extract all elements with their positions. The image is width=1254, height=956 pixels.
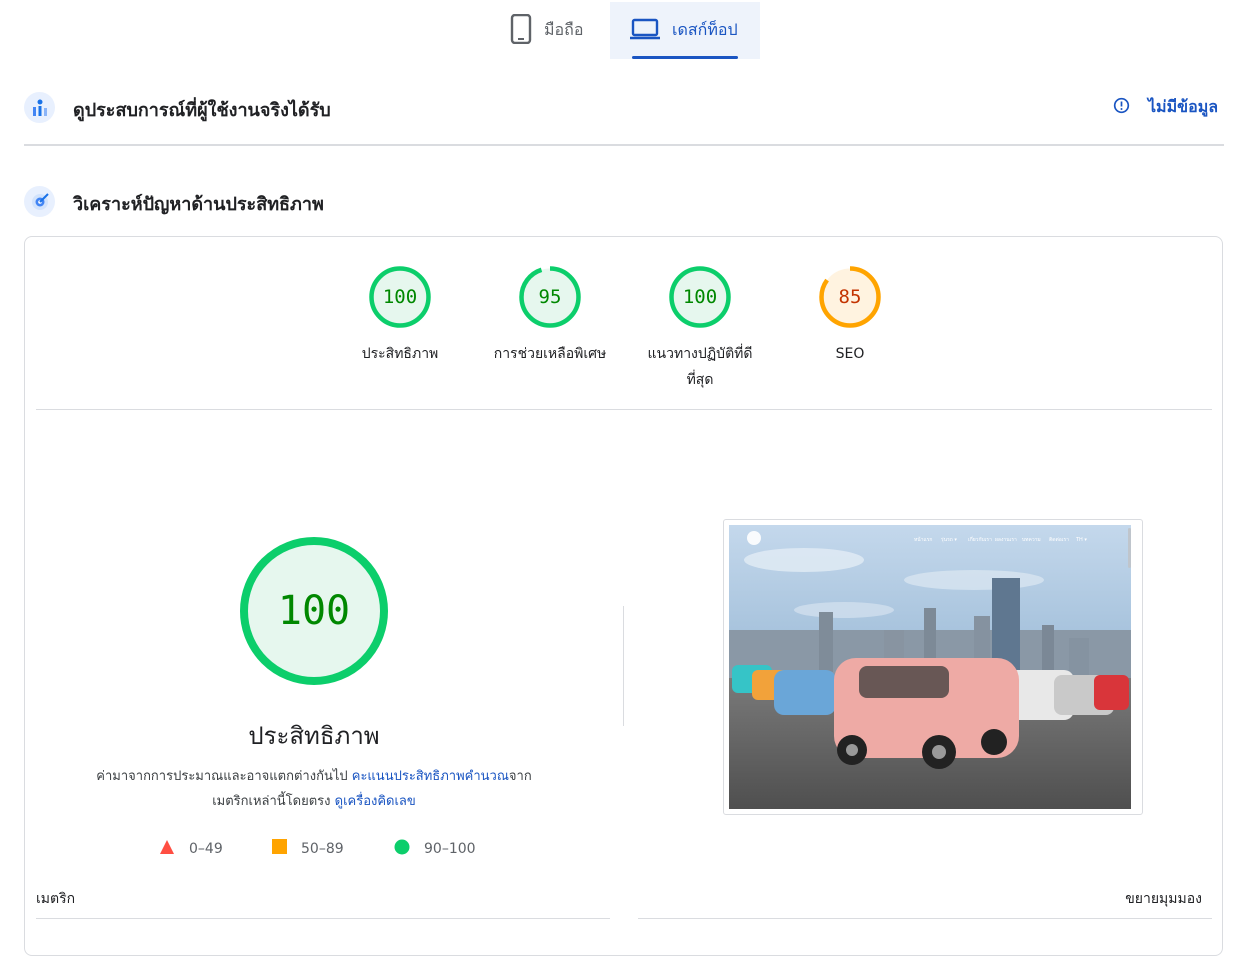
triangle-icon <box>159 839 175 859</box>
tab-desktop-label: เดสก์ท็อป <box>672 20 738 39</box>
circle-icon <box>394 839 410 859</box>
screenshot-image: หน้าแรก รุ่นรถ ▾ เกี่ยวกับเรา ผลงานเรา บทควา… <box>729 525 1131 809</box>
gauge-0[interactable]: 100 <box>369 266 431 328</box>
screenshot-nav-item: ผลงานเรา <box>995 537 1017 543</box>
gauge-value: 85 <box>838 286 862 308</box>
section-divider <box>24 144 1224 146</box>
tab-desktop[interactable]: เดสก์ท็อป <box>610 2 760 59</box>
metrics-label: เมตริก <box>36 891 76 907</box>
gauges-divider <box>36 409 1212 410</box>
diagnose-icon <box>24 186 55 217</box>
gauge-2[interactable]: 100 <box>669 266 731 328</box>
no-data-label: ไม่มีข้อมูล <box>1148 97 1219 116</box>
site-logo-icon <box>747 531 761 545</box>
legend-average-range: 50–89 <box>301 840 344 857</box>
vertical-divider <box>623 606 624 726</box>
legend-average: 50–89 <box>272 839 344 858</box>
gauge-value: 100 <box>682 286 718 308</box>
tab-mobile[interactable]: มือถือ <box>490 2 610 59</box>
main-gauge-title: ประสิทธิภาพ <box>248 722 380 750</box>
gauge-value: 95 <box>538 286 562 308</box>
metrics-divider-left <box>36 918 610 919</box>
legend-fail: 0–49 <box>159 839 223 859</box>
field-data-title: ดูประสบการณ์ที่ผู้ใช้งานจริงได้รับ <box>73 100 331 121</box>
note-text-2: จาก <box>508 769 532 784</box>
screenshot-nav-item: รุ่นรถ ▾ <box>941 537 957 543</box>
gauge-label: การช่วยเหลือพิเศษ <box>493 346 607 362</box>
info-icon <box>1113 97 1130 118</box>
note-text-1: ค่ามาจากการประมาณและอาจแตกต่างกันไป <box>96 769 352 784</box>
screenshot-nav-item: บทความ <box>1022 537 1041 543</box>
field-data-icon <box>24 92 55 123</box>
metrics-divider-right <box>638 918 1212 919</box>
diagnose-title: วิเคราะห์ปัญหาด้านประสิทธิภาพ <box>73 194 324 215</box>
tab-mobile-label: มือถือ <box>544 20 584 39</box>
screenshot-nav-item: หน้าแรก <box>914 536 932 543</box>
gauge-value: 100 <box>382 286 418 308</box>
screenshot-nav-item: ติดต่อเรา <box>1049 536 1069 543</box>
main-gauge: 100 <box>238 535 390 687</box>
no-data-status[interactable]: ไม่มีข้อมูล <box>1113 95 1218 120</box>
page-screenshot[interactable]: หน้าแรก รุ่นรถ ▾ เกี่ยวกับเรา ผลงานเรา บทควา… <box>723 519 1143 815</box>
square-icon <box>272 839 287 858</box>
legend-pass-range: 90–100 <box>424 841 476 857</box>
calculator-link[interactable]: ดูเครื่องคิดเลข <box>335 794 416 809</box>
score-note: ค่ามาจากการประมาณและอาจแตกต่างกันไป คะแน… <box>56 764 572 814</box>
legend-pass: 90–100 <box>394 839 476 859</box>
screenshot-nav-item: TH ▾ <box>1075 537 1087 543</box>
note-text-3: เมตริกเหล่านี้โดยตรง <box>212 794 335 809</box>
main-gauge-value: 100 <box>277 588 351 634</box>
legend-fail-range: 0–49 <box>189 841 223 857</box>
gauge-label: SEO <box>835 346 865 362</box>
gauge-label: แนวทางปฏิบัติที่ดีที่สุด <box>647 346 753 388</box>
gauge-1[interactable]: 95 <box>519 266 581 328</box>
active-tab-indicator <box>632 56 738 59</box>
score-calc-link[interactable]: คะแนนประสิทธิภาพคำนวณ <box>352 769 509 784</box>
screenshot-nav-item: เกี่ยวกับเรา <box>968 536 992 543</box>
gauge-label: ประสิทธิภาพ <box>361 346 439 362</box>
gauge-3[interactable]: 85 <box>819 266 881 328</box>
expand-view-button[interactable]: ขยายมุมมอง <box>1090 888 1202 910</box>
laptop-icon <box>630 18 660 44</box>
phone-icon <box>510 13 532 48</box>
